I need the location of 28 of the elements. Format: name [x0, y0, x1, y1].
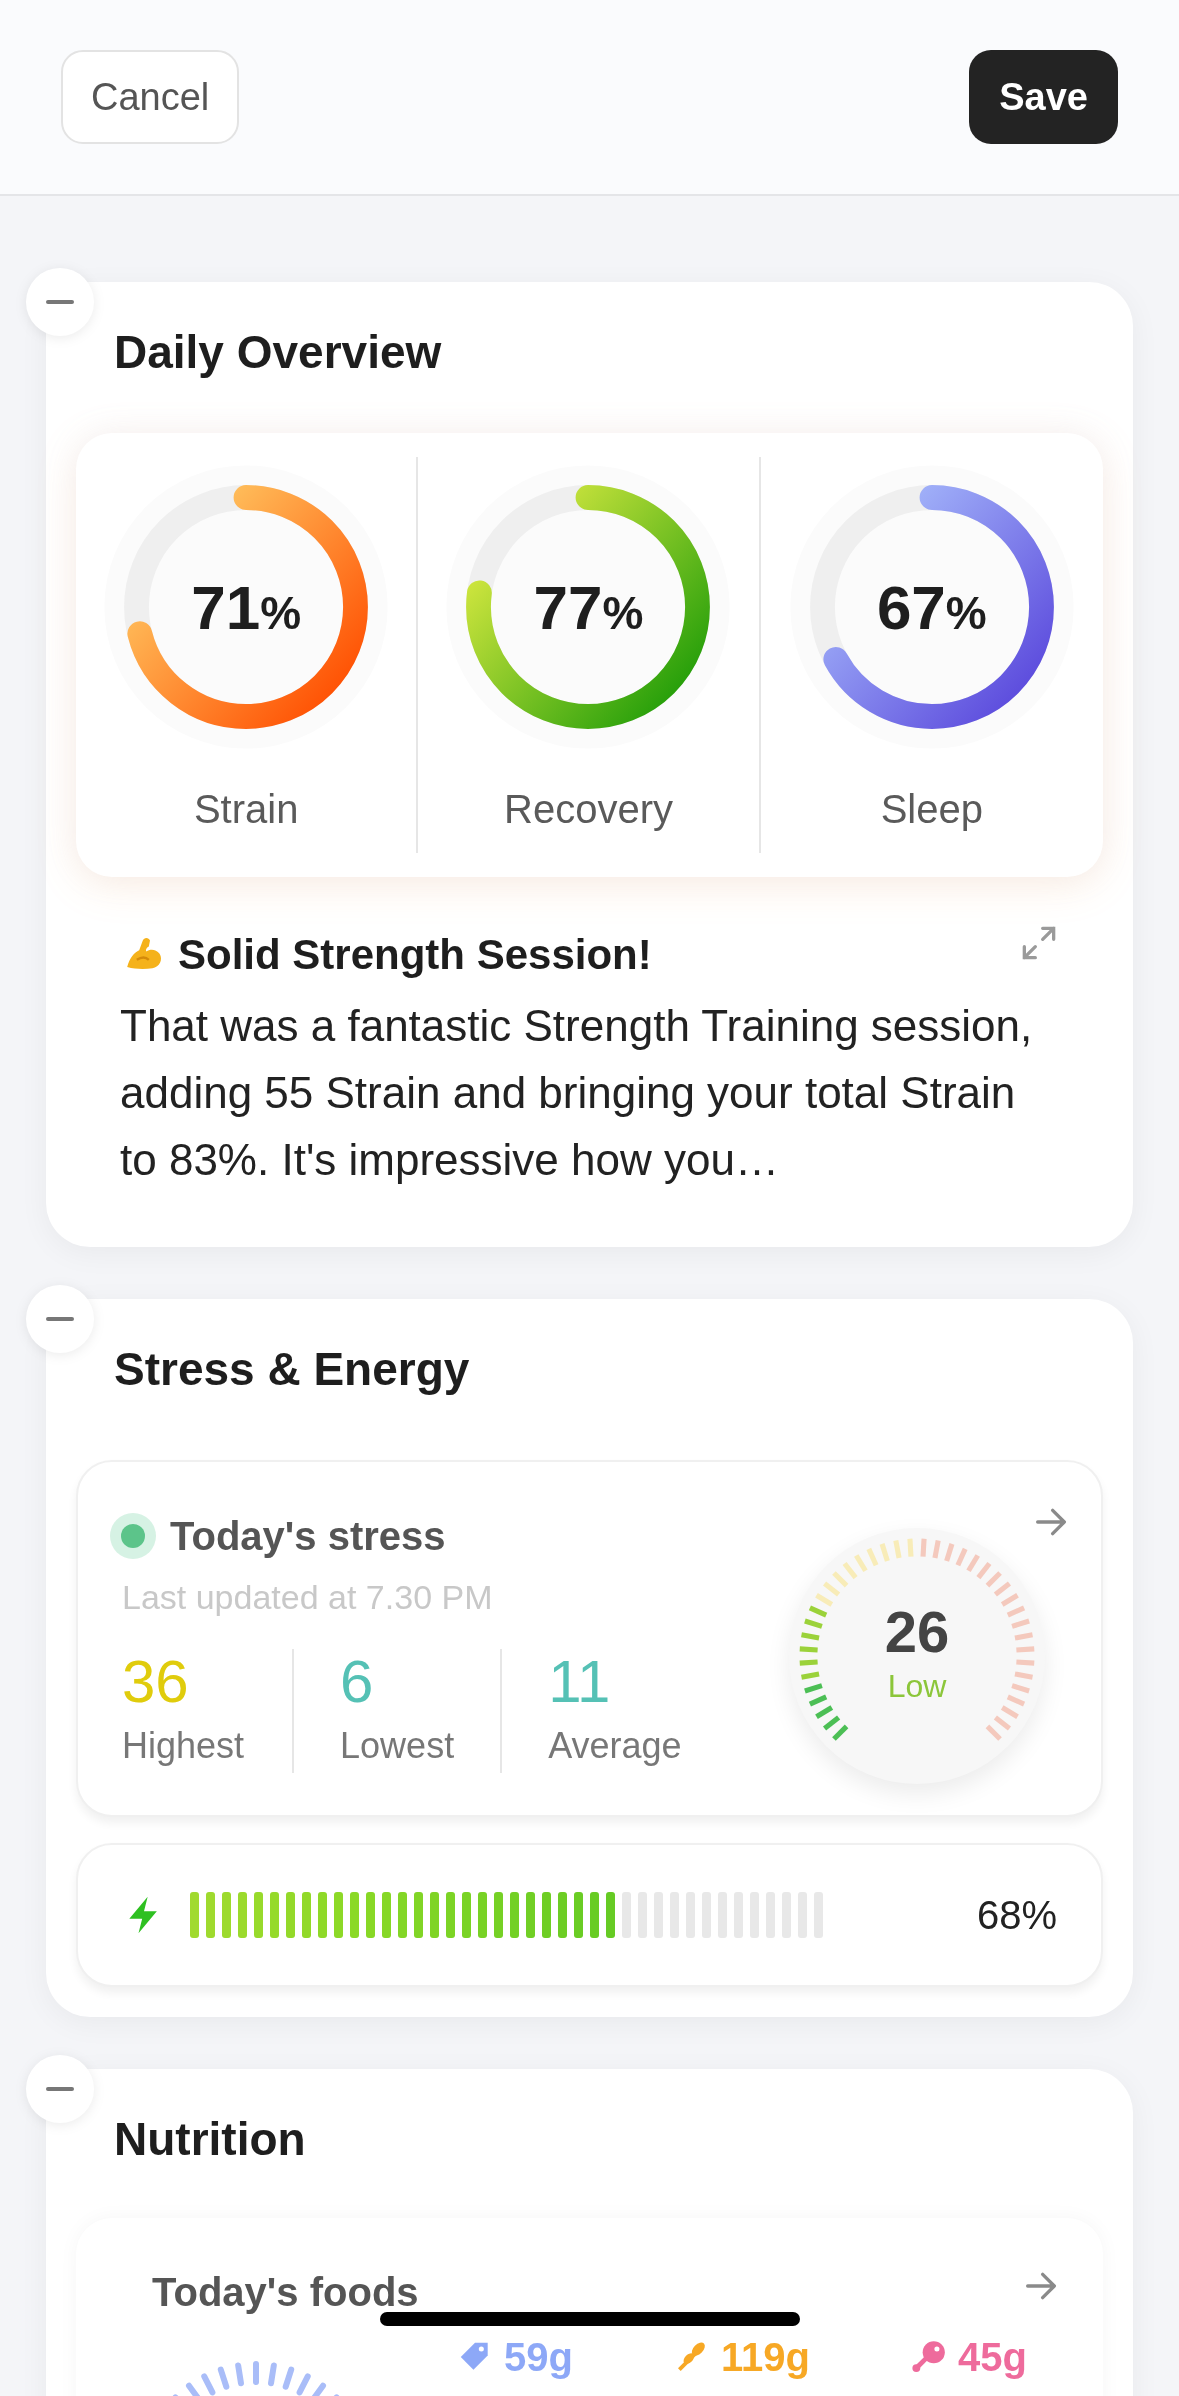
macro-value: 119g [720, 2336, 810, 2378]
section-title: Stress & Energy [114, 1342, 470, 1397]
status-dot-icon [110, 1513, 156, 1559]
foods-title: Today's foods [152, 2269, 419, 2316]
macro-value: 45g [957, 2336, 1027, 2378]
stat-value: 11 [548, 1649, 612, 1715]
insight-title: Solid Strength Session! [178, 930, 652, 980]
section-title: Daily Overview [114, 325, 442, 380]
gauge-label: Low [887, 1667, 947, 1706]
macro-value: 59g [504, 2336, 573, 2378]
ring-value: 77% [533, 571, 644, 644]
insight-text: That was a fantastic Strength Training session, adding 55 Strain and bringing your total Strain to 83%. It's impressive how you… [120, 1000, 1034, 1186]
stat-value: 36 [122, 1649, 190, 1715]
ring-label: Recovery [504, 786, 673, 833]
section-title: Nutrition [114, 2112, 306, 2167]
ring-value: 67% [876, 571, 987, 644]
stress-title: Today's stress [170, 1513, 446, 1560]
ring-label: Sleep [880, 786, 983, 833]
stat-value: 6 [340, 1649, 375, 1715]
stat-label: Average [548, 1724, 682, 1768]
cancel-button[interactable]: Cancel [61, 50, 240, 144]
stat-label: Lowest [340, 1724, 455, 1768]
ring-value: 71% [191, 571, 302, 644]
energy-reading: 68% [976, 1892, 1057, 1939]
save-button[interactable]: Save [969, 50, 1118, 144]
stat-label: Highest [122, 1724, 245, 1768]
gauge-value: 26 [884, 1602, 950, 1662]
ring-label: Strain [193, 786, 299, 833]
